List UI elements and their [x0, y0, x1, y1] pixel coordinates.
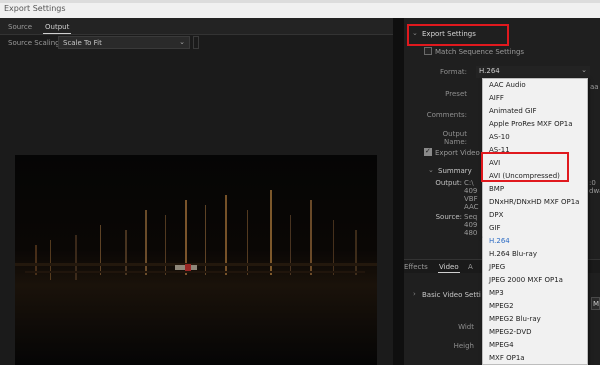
summary-output-right: dwa: [589, 187, 600, 195]
window-title: Export Settings: [4, 4, 66, 13]
scaling-aux-box: [193, 36, 199, 49]
preview-frame-image: [15, 155, 377, 365]
basic-video-settings-title: Basic Video Setti: [422, 291, 481, 299]
summary-source-line: 409: [464, 221, 478, 229]
checkmark-icon: ✓: [477, 235, 484, 244]
width-label: Widt: [458, 323, 474, 331]
format-option[interactable]: DPX: [483, 209, 587, 221]
summary-source-line: 480: [464, 229, 478, 237]
export-settings-title: Export Settings: [422, 30, 476, 38]
format-option[interactable]: AS-10: [483, 131, 587, 143]
summary-title: Summary: [438, 167, 472, 175]
format-value: H.264: [479, 67, 500, 75]
summary-output-line: 409: [464, 187, 478, 195]
export-video-checkbox[interactable]: [424, 147, 432, 156]
chevron-right-icon[interactable]: ›: [413, 290, 416, 298]
format-option[interactable]: H.264 Blu-ray: [483, 248, 587, 260]
panel-divider[interactable]: [393, 18, 404, 365]
summary-output-right: :0: [589, 179, 596, 187]
summary-source-line: Seq: [464, 213, 478, 221]
format-option[interactable]: DNxHR/DNxHD MXF OP1a: [483, 196, 587, 208]
format-select[interactable]: H.264 ⌄: [476, 66, 590, 78]
format-option[interactable]: MPEG2 Blu-ray: [483, 313, 587, 325]
format-label: Format:: [439, 68, 467, 76]
format-option[interactable]: JPEG: [483, 261, 587, 273]
truncated-aa: aa: [590, 83, 599, 91]
format-option[interactable]: BMP: [483, 183, 587, 195]
format-option[interactable]: MP3: [483, 287, 587, 299]
source-scaling-select[interactable]: Scale To Fit ⌄: [58, 36, 190, 49]
source-scaling-label: Source Scaling:: [8, 39, 62, 47]
export-video-label: Export Video: [435, 149, 480, 157]
truncated-m: M: [593, 300, 600, 308]
summary-output-label: Output:: [435, 179, 462, 187]
video-preview: [15, 155, 377, 365]
summary-output-line: VBF: [464, 195, 478, 203]
titlebar-top-strip: [0, 0, 600, 3]
format-option[interactable]: JPEG 2000 MXF OP1a: [483, 274, 587, 286]
format-option[interactable]: AIFF: [483, 92, 587, 104]
tab-source[interactable]: Source: [8, 23, 32, 31]
format-option[interactable]: MPEG4: [483, 339, 587, 351]
format-option[interactable]: MXF OP1a: [483, 352, 587, 364]
tab-audio[interactable]: A: [468, 263, 473, 271]
format-option[interactable]: AAC Audio: [483, 79, 587, 91]
format-option[interactable]: Apple ProRes MXF OP1a: [483, 118, 587, 130]
chevron-down-icon[interactable]: ⌄: [412, 29, 418, 37]
format-option[interactable]: MPEG2: [483, 300, 587, 312]
source-scaling-value: Scale To Fit: [63, 39, 102, 47]
format-option-selected[interactable]: H.264: [483, 235, 587, 247]
match-sequence-checkbox[interactable]: [424, 47, 432, 55]
left-tabs: Source Output: [0, 18, 393, 35]
format-option[interactable]: Animated GIF: [483, 105, 587, 117]
output-name-label: Output Name:: [442, 130, 467, 146]
summary-output-line: AAC: [464, 203, 479, 211]
tab-video[interactable]: Video: [438, 263, 460, 273]
match-sequence-label: Match Sequence Settings: [435, 48, 525, 56]
chevron-down-icon[interactable]: ⌄: [428, 166, 434, 174]
preset-label: Preset: [445, 90, 467, 98]
summary-output-line: C:\: [464, 179, 474, 187]
match-source-button[interactable]: M: [591, 297, 600, 310]
summary-source-label: Source:: [435, 213, 462, 221]
tab-effects[interactable]: Effects: [404, 263, 428, 271]
chevron-down-icon: ⌄: [179, 38, 185, 46]
format-option[interactable]: MPEG2-DVD: [483, 326, 587, 338]
comments-label: Comments:: [426, 111, 467, 119]
window-titlebar: Export Settings: [0, 0, 600, 18]
format-option[interactable]: GIF: [483, 222, 587, 234]
avi-options-highlight: [481, 152, 569, 182]
format-dropdown-list[interactable]: AAC Audio AIFF Animated GIF Apple ProRes…: [482, 78, 588, 365]
chevron-down-icon: ⌄: [581, 66, 587, 74]
height-label: Heigh: [453, 342, 474, 350]
tab-output[interactable]: Output: [42, 23, 72, 34]
